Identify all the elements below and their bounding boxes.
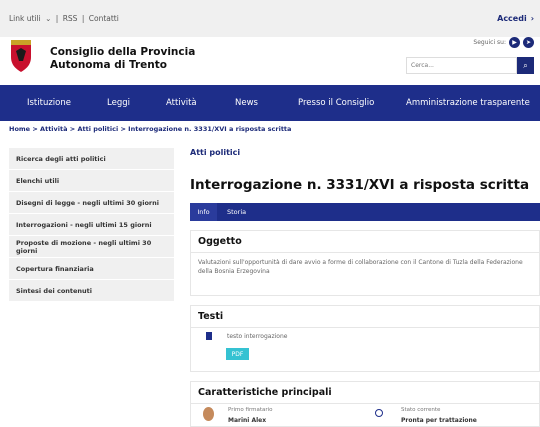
main-content: Atti politici Interrogazione n. 3331/XVI… [190, 148, 540, 427]
oggetto-section: Oggetto Valutazioni sull'opportunità di … [190, 230, 540, 296]
link-utili[interactable]: Link utili [9, 14, 41, 23]
tab-info[interactable]: Info [190, 203, 217, 221]
firmatario-label: Primo firmatario [228, 407, 273, 413]
document-icon [206, 332, 212, 340]
sidebar-item-sintesi[interactable]: Sintesi dei contenuti [9, 280, 174, 302]
breadcrumb[interactable]: Home > Attività > Atti politici > Interr… [0, 121, 540, 137]
link-rss[interactable]: RSS [63, 14, 78, 23]
sidebar: Ricerca degli atti politici Elenchi util… [9, 148, 174, 302]
nav-leggi[interactable]: Leggi [107, 98, 130, 108]
sidebar-item-disegni[interactable]: Disegni di legge - negli ultimi 30 giorn… [9, 192, 174, 214]
chevron-right-icon: › [530, 14, 534, 23]
nav-istituzione[interactable]: Istituzione [27, 98, 71, 108]
login-button[interactable]: Accedi › [497, 14, 534, 23]
sidebar-item-elenchi[interactable]: Elenchi utili [9, 170, 174, 192]
tab-bar: Info Storia [190, 203, 540, 221]
oggetto-heading: Oggetto [191, 231, 539, 253]
category-label[interactable]: Atti politici [190, 148, 540, 157]
social-links: Seguici su: ▶ ➤ [473, 37, 534, 48]
telegram-icon[interactable]: ➤ [523, 37, 534, 48]
youtube-icon[interactable]: ▶ [509, 37, 520, 48]
stato-label: Stato corrente [401, 407, 441, 413]
nav-news[interactable]: News [235, 98, 258, 108]
document-name: testo interrogazione [227, 333, 288, 340]
avatar [203, 407, 214, 421]
link-contatti[interactable]: Contatti [89, 14, 119, 23]
main-nav: Istituzione Leggi Attività News Presso i… [0, 85, 540, 121]
top-bar: Link utili ⌄ | RSS | Contatti Accedi › [0, 0, 540, 37]
sidebar-item-ricerca[interactable]: Ricerca degli atti politici [9, 148, 174, 170]
testi-heading: Testi [191, 306, 539, 328]
nav-attivita[interactable]: Attività [166, 98, 197, 108]
pdf-button[interactable]: PDF [226, 348, 249, 360]
utility-links: Link utili ⌄ | RSS | Contatti [9, 14, 119, 23]
sidebar-item-mozioni[interactable]: Proposte di mozione - negli ultimi 30 gi… [9, 236, 174, 258]
search-icon[interactable]: ⌕ [517, 57, 534, 74]
stato-value: Pronta per trattazione [401, 417, 477, 424]
header: Consiglio della Provincia Autonoma di Tr… [0, 37, 540, 85]
nav-amministrazione-trasparente[interactable]: Amministrazione trasparente [406, 98, 530, 108]
nav-presso-consiglio[interactable]: Presso il Consiglio [298, 98, 374, 108]
search-box: ⌕ [406, 57, 534, 74]
brand-name[interactable]: Consiglio della Provincia Autonoma di Tr… [50, 46, 195, 72]
coat-of-arms-logo[interactable] [8, 39, 34, 73]
sidebar-item-interrogazioni[interactable]: Interrogazioni - negli ultimi 15 giorni [9, 214, 174, 236]
firmatario-value[interactable]: Marini Alex [228, 417, 266, 424]
sidebar-item-copertura[interactable]: Copertura finanziaria [9, 258, 174, 280]
tab-storia[interactable]: Storia [227, 208, 246, 216]
search-input[interactable] [406, 57, 517, 74]
caratteristiche-section: Caratteristiche principali Primo firmata… [190, 381, 540, 427]
clock-icon [375, 409, 383, 417]
oggetto-text: Valutazioni sull'opportunità di dare avv… [198, 259, 523, 275]
chevron-down-icon[interactable]: ⌄ [45, 14, 51, 23]
caratteristiche-heading: Caratteristiche principali [191, 382, 539, 404]
testi-section: Testi testo interrogazione PDF [190, 305, 540, 372]
page-title: Interrogazione n. 3331/XVI a risposta sc… [190, 177, 530, 193]
